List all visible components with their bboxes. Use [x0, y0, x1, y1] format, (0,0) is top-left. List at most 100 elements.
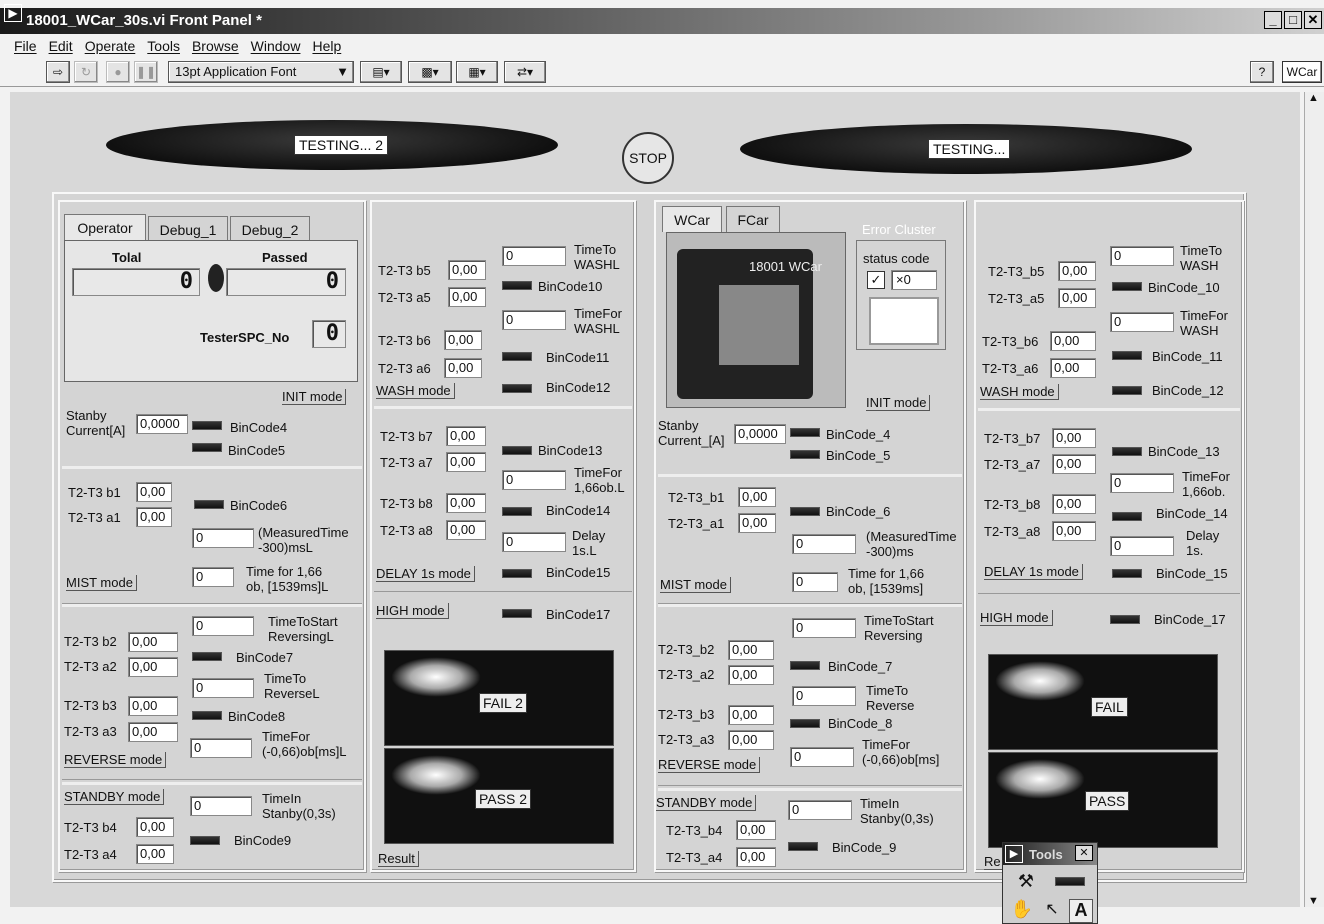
tools-close-icon[interactable]: ✕	[1075, 845, 1093, 861]
bincode-9-label: BinCode_9	[832, 840, 897, 855]
tab-operator[interactable]: Operator	[64, 214, 146, 240]
tab-debug-1[interactable]: Debug_1	[148, 216, 228, 242]
mid-delay-mode[interactable]: DELAY 1s mode	[376, 566, 475, 582]
mid-result-label: Result	[378, 851, 419, 867]
tools-app-icon: ▶	[1005, 845, 1023, 863]
bincode-13-label: BinCode_13	[1148, 444, 1220, 459]
wash-for-label: TimeFor WASHL	[574, 306, 622, 336]
minimize-icon[interactable]: _	[1264, 11, 1282, 29]
r-mist-time-label: Time for 1,66 ob, [1539ms]	[848, 566, 925, 596]
mist-a1-value: 0,00	[136, 507, 172, 527]
far-pass-indicator: PASS	[988, 752, 1218, 848]
reverse-for-value: 0	[190, 738, 252, 758]
right-init-mode[interactable]: INIT mode	[866, 395, 931, 411]
wash-a6-label: T2-T3 a6	[378, 361, 431, 376]
f-delay-b7-label: T2-T3_b7	[984, 431, 1041, 446]
text-tool-icon[interactable]: A	[1069, 899, 1093, 923]
r-standby-a4-label: T2-T3_a4	[666, 850, 723, 865]
tab-fcar[interactable]: FCar	[726, 206, 780, 232]
r-standby-b4-value: 0,00	[736, 820, 776, 840]
stop-button[interactable]: STOP	[622, 132, 674, 184]
r-mist-b1-label: T2-T3_b1	[668, 490, 725, 505]
menu-window[interactable]: Window	[245, 36, 307, 56]
left-reverse-mode[interactable]: REVERSE mode	[64, 752, 167, 768]
checkmark-icon[interactable]: ✓	[867, 271, 885, 289]
led-bincode10	[502, 281, 532, 290]
bincode11-label: BinCode11	[546, 350, 610, 365]
help-icon[interactable]: ?	[1250, 61, 1274, 83]
far-high-mode[interactable]: HIGH mode	[980, 610, 1053, 626]
led-bincode-12	[1112, 386, 1142, 395]
operator-tab-page	[64, 240, 358, 382]
tools-palette: ▶ Tools ✕ ⚒ ✋ ↖ A	[1002, 842, 1098, 924]
led-bincode7	[192, 652, 222, 661]
menu-edit[interactable]: Edit	[43, 36, 79, 56]
run-arrow-icon[interactable]: ⇨	[46, 61, 70, 83]
left-standby-mode[interactable]: STANDBY mode	[64, 789, 165, 805]
arrow-tool-icon[interactable]: ↖	[1041, 899, 1063, 923]
close-icon[interactable]: ✕	[1304, 11, 1322, 29]
bincode-6-label: BinCode_6	[826, 504, 891, 519]
bincode-15-label: BinCode_15	[1156, 566, 1228, 581]
far-delay-mode[interactable]: DELAY 1s mode	[984, 564, 1083, 580]
abort-icon[interactable]: ●	[106, 61, 130, 83]
tolal-counter: 0	[72, 268, 200, 296]
hand-tool-icon[interactable]: ✋	[1009, 899, 1035, 923]
led-bincode-13	[1112, 447, 1142, 456]
vi-icon: WCar	[1282, 61, 1322, 83]
menu-browse[interactable]: Browse	[186, 36, 245, 56]
r-reverse-b2-label: T2-T3_b2	[658, 642, 715, 657]
menu-bar: File Edit Operate Tools Browse Window He…	[0, 36, 1324, 56]
mid-high-mode[interactable]: HIGH mode	[376, 603, 449, 619]
reverse-to-value: 0	[192, 678, 254, 698]
wash-to-value: 0	[502, 246, 566, 266]
menu-help[interactable]: Help	[306, 36, 347, 56]
resize-objects-icon[interactable]: ▦▾	[456, 61, 498, 83]
mid-wash-mode[interactable]: WASH mode	[376, 383, 455, 399]
r-reverse-a3-label: T2-T3_a3	[658, 732, 715, 747]
menu-operate[interactable]: Operate	[79, 36, 142, 56]
font-select[interactable]: 13pt Application Font ▼	[168, 61, 354, 83]
wash-a6-value: 0,00	[444, 358, 482, 378]
reverse-a2-label: T2-T3 a2	[64, 659, 117, 674]
standby-a4-label: T2-T3 a4	[64, 847, 117, 862]
mist-b1-label: T2-T3 b1	[68, 485, 121, 500]
reverse-b3-label: T2-T3 b3	[64, 698, 117, 713]
standby-time-label: TimeIn Stanby(0,3s)	[262, 791, 336, 821]
error-cluster: status code ✓ ×0	[856, 240, 946, 350]
delay-a7-value: 0,00	[446, 452, 486, 472]
scroll-down-icon[interactable]: ▼	[1308, 895, 1319, 907]
tab-debug-2[interactable]: Debug_2	[230, 216, 310, 242]
align-objects-icon[interactable]: ▤▾	[360, 61, 402, 83]
pause-icon[interactable]: ❚❚	[134, 61, 158, 83]
menu-tools[interactable]: Tools	[141, 36, 186, 56]
maximize-icon[interactable]: □	[1284, 11, 1302, 29]
led-bincode-5	[790, 450, 820, 459]
right-standby-mode[interactable]: STANDBY mode	[656, 795, 757, 811]
delay-a8-label: T2-T3 a8	[380, 523, 433, 538]
right-mist-mode[interactable]: MIST mode	[660, 577, 731, 593]
r-reverse-start-label: TimeToStart Reversing	[864, 613, 934, 643]
left-init-mode[interactable]: INIT mode	[282, 389, 347, 405]
run-continuous-icon[interactable]: ↻	[74, 61, 98, 83]
vertical-scrollbar[interactable]: ▲ ▼	[1304, 92, 1324, 907]
tester-spc-label: TesterSPC_No	[200, 330, 290, 345]
tab-wcar[interactable]: WCar	[662, 206, 722, 232]
tools-palette-titlebar: ▶ Tools ✕	[1003, 843, 1097, 865]
bincode9-label: BinCode9	[234, 833, 292, 848]
toolbar: ⇨ ↻ ● ❚❚ 13pt Application Font ▼ ▤▾ ▩▾ ▦▾…	[0, 57, 1324, 87]
f-delay-a8-label: T2-T3_a8	[984, 524, 1041, 539]
led-bincode-11	[1112, 351, 1142, 360]
menu-file[interactable]: File	[8, 36, 43, 56]
reorder-icon[interactable]: ⇄▾	[504, 61, 546, 83]
right-reverse-mode[interactable]: REVERSE mode	[658, 757, 761, 773]
distribute-objects-icon[interactable]: ▩▾	[408, 61, 452, 83]
scroll-up-icon[interactable]: ▲	[1308, 92, 1319, 104]
led-bincode11	[502, 352, 532, 361]
wrench-tool-icon[interactable]: ⚒	[1013, 871, 1039, 895]
f-wash-to-value: 0	[1110, 246, 1174, 266]
far-wash-mode[interactable]: WASH mode	[980, 384, 1059, 400]
led-bincode-8	[790, 719, 820, 728]
left-mist-mode[interactable]: MIST mode	[66, 575, 137, 591]
bincode5-label: BinCode5	[228, 443, 286, 458]
